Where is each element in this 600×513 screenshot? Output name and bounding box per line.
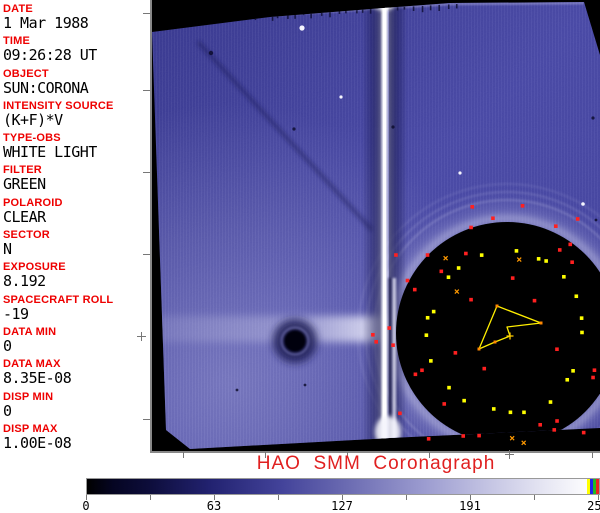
metadata-field: TYPE-OBS WHITE LIGHT (3, 132, 150, 164)
colorbar-tick (534, 495, 535, 500)
field-label: DATA MIN (3, 325, 57, 338)
field-value: 1 Mar 1988 (3, 14, 89, 32)
colorbar (86, 478, 600, 495)
axis-tick (143, 172, 150, 173)
axis-tick (143, 90, 150, 91)
smm-viewer-window: DATE 1 Mar 1988 TIME 09:26:28 UT OBJECT SUN:C… (0, 0, 600, 513)
field-value: N (3, 240, 12, 259)
metadata-field: DATA MAX 8.35E-08 (3, 358, 150, 390)
metadata-field: INTENSITY SOURCE (K+F)*V (3, 100, 150, 132)
dark-blob-core (284, 330, 306, 352)
field-label: OBJECT (3, 67, 49, 80)
field-value: SUN:CORONA (3, 78, 89, 97)
axis-tick (143, 13, 150, 14)
metadata-field: FILTER GREEN (3, 164, 150, 196)
colorbar-tick-label: 127 (331, 499, 353, 513)
metadata-field: DATE 1 Mar 1988 (3, 3, 150, 35)
metadata-field: OBJECT SUN:CORONA (3, 68, 150, 100)
metadata-field: DISP MIN 0 (3, 391, 150, 423)
pylon-bright-core (383, 2, 386, 449)
panel-frame-left (150, 0, 152, 452)
colorbar-tick-label: 0 (82, 499, 90, 513)
colorbar-tick (150, 495, 151, 500)
colorbar-annotation-stripe (596, 479, 599, 494)
metadata-field: EXPOSURE 8.192 (3, 261, 150, 293)
metadata-field: POLAROID CLEAR (3, 197, 150, 229)
field-label: DISP MIN (3, 390, 54, 403)
field-value: GREEN (3, 175, 46, 194)
metadata-field: SECTOR N (3, 229, 150, 261)
axis-tick (183, 452, 184, 458)
bright-horizontal-band (152, 316, 384, 342)
colorbar-tick (406, 495, 407, 500)
sky-image-region (152, 2, 600, 449)
field-value: 09:26:28 UT (3, 46, 97, 65)
page-title: HAO SMM Coronagraph (256, 453, 496, 474)
field-value: -19 (3, 304, 29, 323)
colorbar-tick-label: 191 (459, 499, 481, 513)
field-value: 8.35E-08 (3, 369, 72, 388)
colorbar-tick-label: 255 (587, 499, 600, 513)
metadata-field: SPACECRAFT ROLL -19 (3, 294, 150, 326)
axis-tick (141, 332, 142, 341)
image-panel (150, 0, 600, 451)
field-value: (K+F)*V (3, 110, 63, 129)
colorbar-tick (278, 495, 279, 500)
axis-tick (143, 254, 150, 255)
metadata-field: DATA MIN 0 (3, 326, 150, 358)
coronagraph-image (150, 0, 600, 451)
field-value: 8.192 (3, 272, 46, 291)
field-value: WHITE LIGHT (3, 143, 97, 162)
axis-tick (592, 452, 593, 458)
field-value: 0 (3, 401, 12, 420)
field-label: SPACECRAFT ROLL (3, 293, 114, 306)
field-label: POLAROID (3, 196, 63, 209)
metadata-sidebar: DATE 1 Mar 1988 TIME 09:26:28 UT OBJECT SUN:C… (0, 0, 150, 451)
field-label: SECTOR (3, 229, 50, 242)
field-value: 0 (3, 336, 12, 355)
axis-tick (143, 419, 150, 420)
colorbar-tick-label: 63 (206, 499, 222, 513)
axis-tick (509, 450, 510, 459)
field-value: 1.00E-08 (3, 433, 72, 452)
field-value: CLEAR (3, 207, 46, 226)
metadata-field: TIME 09:26:28 UT (3, 35, 150, 67)
metadata-field: DISP MAX 1.00E-08 (3, 423, 150, 455)
